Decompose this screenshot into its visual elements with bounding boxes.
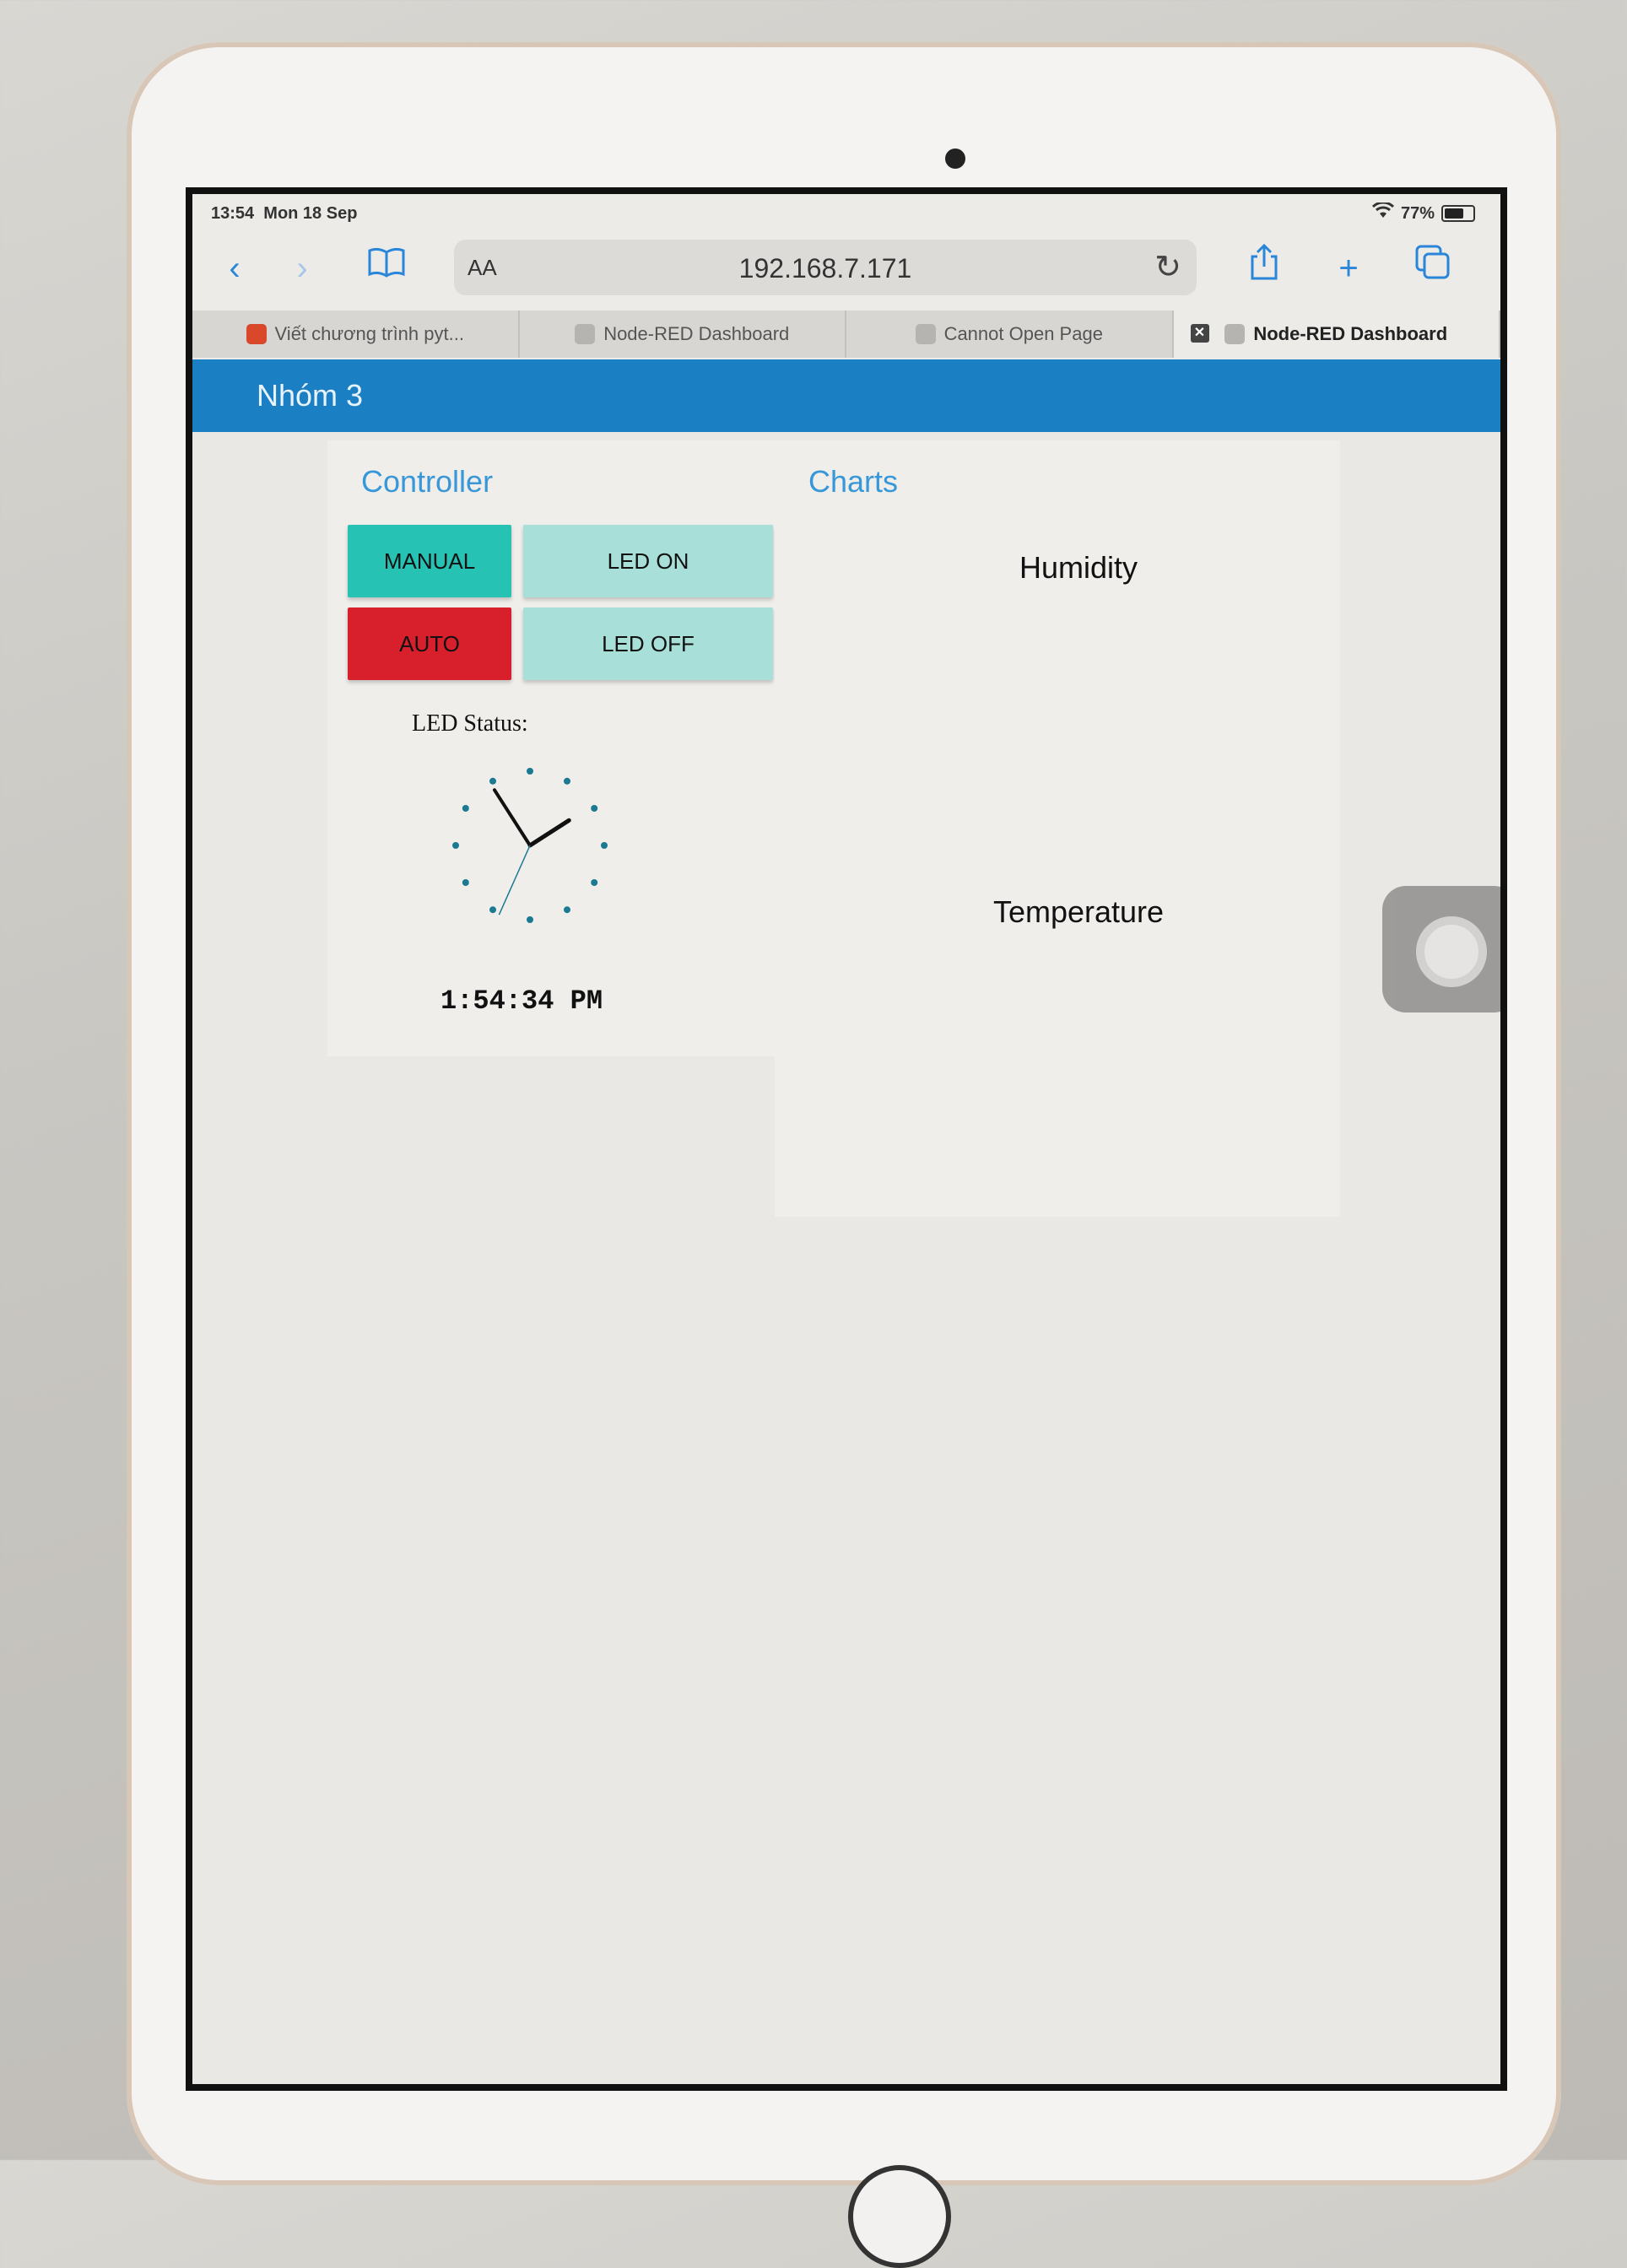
bookmarks-icon[interactable] xyxy=(361,243,412,294)
tab-title: Cannot Open Page xyxy=(943,323,1103,344)
clock-hour-marker xyxy=(462,879,469,886)
front-camera xyxy=(945,148,965,169)
clock-hour-marker xyxy=(591,879,598,886)
page-favicon-icon xyxy=(915,324,936,344)
clock-hour-marker xyxy=(489,906,496,914)
home-button[interactable] xyxy=(848,2165,951,2268)
humidity-chart-label: Humidity xyxy=(1019,550,1138,585)
browser-toolbar: ‹ › AA 192.168.7.171 ↻ + xyxy=(192,235,1500,302)
wifi-icon xyxy=(1371,201,1395,224)
status-bar: 13:54 Mon 18 Sep 77% xyxy=(192,194,1500,228)
page-favicon-icon xyxy=(246,324,267,344)
manual-button[interactable]: MANUAL xyxy=(348,525,511,597)
reload-icon[interactable]: ↻ xyxy=(1154,248,1181,286)
led-on-button[interactable]: LED ON xyxy=(523,525,773,597)
assistive-touch-icon xyxy=(1416,916,1487,987)
clock-hour-marker xyxy=(601,842,608,849)
dashboard-title: Nhóm 3 xyxy=(257,378,364,413)
address-bar[interactable]: AA 192.168.7.171 ↻ xyxy=(454,240,1197,295)
battery-icon xyxy=(1441,205,1475,222)
dashboard-header: Nhóm 3 xyxy=(192,359,1500,432)
tab-title: Node-RED Dashboard xyxy=(603,323,790,344)
tab-bar: Viết chương trình pyt... Node-RED Dashbo… xyxy=(192,310,1500,358)
analog-clock xyxy=(452,768,608,923)
close-tab-icon[interactable]: ✕ xyxy=(1190,324,1209,343)
charts-group: Charts Humidity Temperature xyxy=(775,440,1340,1217)
tab-title: Node-RED Dashboard xyxy=(1253,323,1448,344)
clock-hour-marker xyxy=(527,768,533,775)
status-indicators: 77% xyxy=(1371,201,1475,224)
assistive-touch-button[interactable] xyxy=(1382,886,1500,1012)
forward-icon[interactable]: › xyxy=(277,243,327,294)
clock-minute-hand xyxy=(492,788,532,847)
clock-second-hand xyxy=(498,845,531,915)
tabs-overview-icon[interactable] xyxy=(1408,243,1458,294)
clock-hour-marker xyxy=(489,777,496,785)
new-tab-icon[interactable]: + xyxy=(1323,243,1374,294)
charts-title: Charts xyxy=(808,464,899,499)
dashboard-content: Controller MANUAL LED ON AUTO LED OFF LE… xyxy=(192,432,1500,2084)
clock-hour-hand xyxy=(527,818,571,848)
page-favicon-icon xyxy=(1224,324,1246,344)
led-off-button[interactable]: LED OFF xyxy=(523,608,773,680)
digital-clock: 1:54:34 PM xyxy=(440,986,603,1017)
clock-hour-marker xyxy=(564,906,570,914)
status-time: 13:54 Mon 18 Sep xyxy=(211,204,357,224)
share-icon[interactable] xyxy=(1239,243,1289,294)
status-clock: 13:54 xyxy=(211,204,255,223)
tab-node-red-1[interactable]: Node-RED Dashboard xyxy=(520,310,846,358)
back-icon[interactable]: ‹ xyxy=(209,243,260,294)
status-date: Mon 18 Sep xyxy=(263,204,358,223)
temperature-chart-label: Temperature xyxy=(992,894,1165,929)
clock-hour-marker xyxy=(462,805,469,812)
url-text: 192.168.7.171 xyxy=(738,253,912,284)
controller-title: Controller xyxy=(361,464,494,499)
tab-cannot-open[interactable]: Cannot Open Page xyxy=(846,310,1174,358)
controller-group: Controller MANUAL LED ON AUTO LED OFF LE… xyxy=(327,440,775,1056)
screen: 13:54 Mon 18 Sep 77% ‹ › AA 192.168.7.17… xyxy=(186,187,1507,2091)
tab-python[interactable]: Viết chương trình pyt... xyxy=(192,310,520,358)
tab-title: Viết chương trình pyt... xyxy=(274,323,464,344)
battery-level xyxy=(1445,208,1463,219)
clock-hour-marker xyxy=(527,916,533,923)
page-favicon-icon xyxy=(575,324,596,344)
tab-node-red-active[interactable]: ✕ Node-RED Dashboard xyxy=(1173,310,1500,358)
clock-hour-marker xyxy=(591,805,598,812)
battery-percent: 77% xyxy=(1400,203,1435,223)
clock-hour-marker xyxy=(452,842,459,849)
led-status-label: LED Status: xyxy=(412,710,528,737)
clock-hour-marker xyxy=(564,777,570,785)
auto-button[interactable]: AUTO xyxy=(348,608,511,680)
